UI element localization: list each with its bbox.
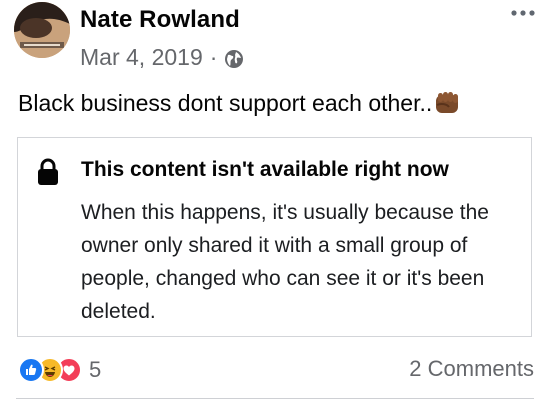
post-meta: Mar 4, 2019 · — [80, 44, 244, 71]
reaction-count: 5 — [89, 357, 102, 382]
meta-separator: · — [209, 44, 218, 70]
raised-fist-icon — [433, 91, 461, 117]
post-text-content: Black business dont support each other.. — [18, 90, 433, 116]
like-icon — [18, 357, 44, 383]
unavailable-content-box: This content isn't available right now W… — [17, 137, 532, 337]
comments-count-link[interactable]: 2 Comments — [409, 356, 534, 382]
lock-icon — [38, 158, 58, 186]
post-date[interactable]: Mar 4, 2019 — [80, 44, 203, 71]
divider — [16, 398, 534, 399]
post-text: Black business dont support each other.. — [18, 90, 461, 117]
unavailable-title: This content isn't available right now — [81, 158, 449, 181]
author-name[interactable]: Nate Rowland — [80, 6, 240, 34]
avatar[interactable] — [14, 2, 70, 58]
post-card: Nate Rowland Mar 4, 2019 · Black busines… — [0, 0, 550, 403]
globe-icon[interactable] — [224, 48, 244, 68]
unavailable-body: When this happens, it's usually because … — [81, 201, 489, 323]
reactions-summary[interactable]: 5 — [18, 357, 101, 383]
more-options-icon[interactable] — [510, 6, 536, 20]
